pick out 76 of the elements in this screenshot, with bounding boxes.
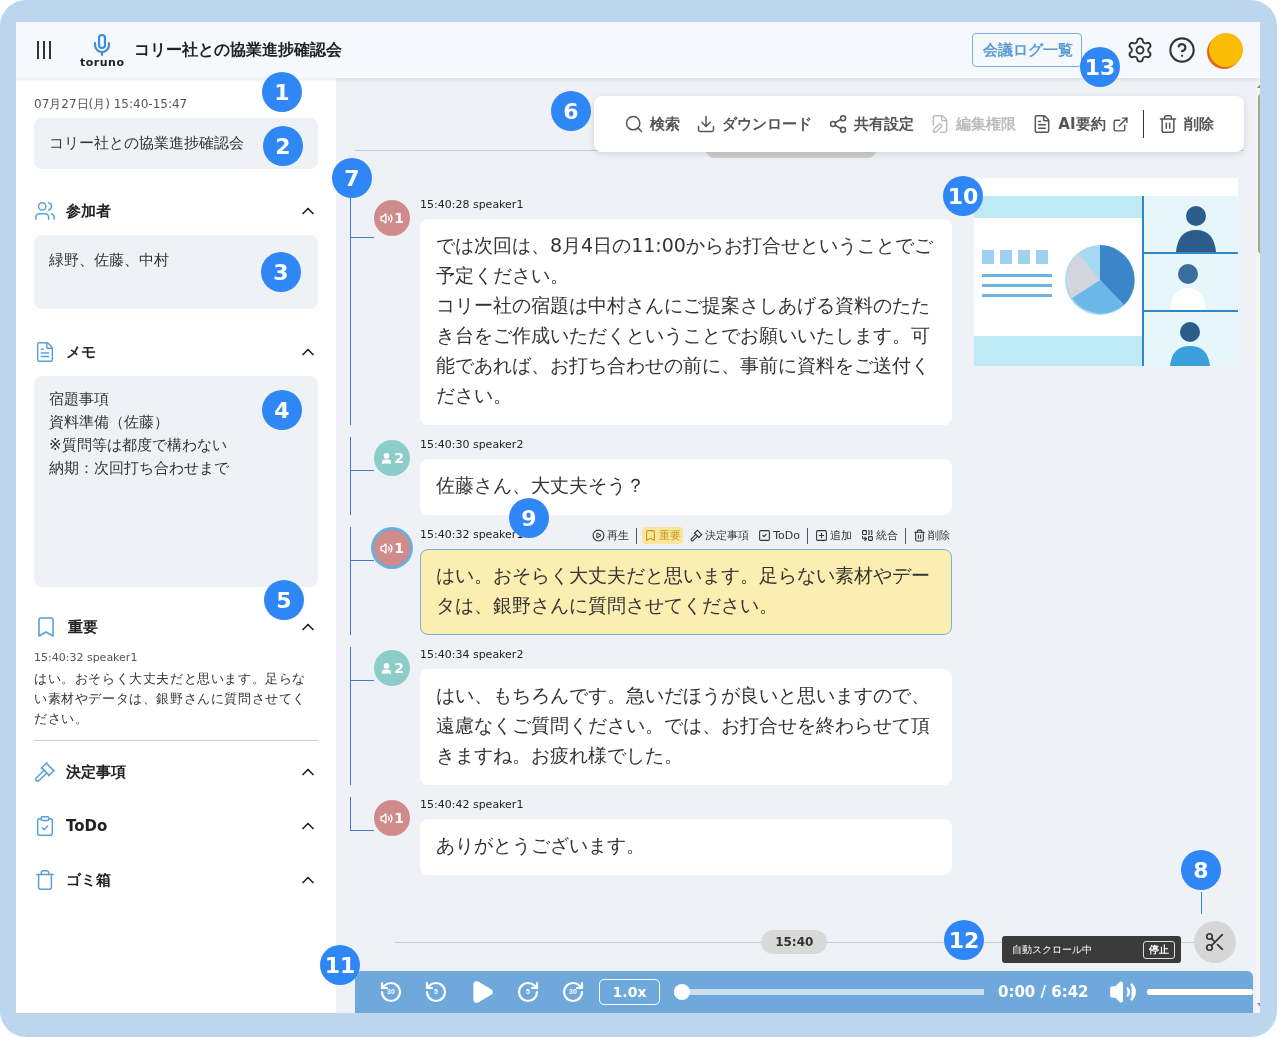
help-icon — [1168, 36, 1196, 64]
play-icon — [592, 529, 606, 542]
message-bubble[interactable]: では次回は、8月4日の11:00からお打合せということでご予定ください。 コリー社の宿題は中村さんにご提案さしあげる資料のたたき台をご作成いただくということでお願いいたします。可能であれば、お打ち合わせの前に、事前に資料をご送付ください。 — [420, 219, 952, 425]
section-header[interactable]: ToDo — [34, 810, 318, 842]
share-icon — [828, 114, 849, 134]
speaker-avatar: 2 — [374, 440, 410, 476]
auto-scroll-text: 自動スクロール中 — [1011, 942, 1092, 957]
message-time: 15:40:28 speaker1 — [420, 197, 524, 213]
people-icon — [34, 200, 56, 222]
menu-icon — [36, 40, 52, 60]
external-link-icon — [1111, 115, 1129, 133]
toolbar-button[interactable]: 削除 — [1157, 114, 1214, 134]
document-icon — [34, 341, 56, 363]
stop-button[interactable]: 停止 — [1142, 940, 1175, 959]
forward-icon — [561, 980, 585, 1004]
user-avatar[interactable] — [1209, 33, 1243, 67]
section-header[interactable]: メモ — [34, 336, 318, 368]
toolbar-button[interactable]: ダウンロード — [696, 114, 813, 134]
search-icon — [624, 114, 645, 134]
message-time: 15:40:34 speaker2 — [420, 647, 524, 663]
trash-icon — [913, 529, 926, 542]
gavel-icon — [690, 529, 704, 542]
speaker-avatar: 1 — [374, 200, 410, 236]
download-icon — [696, 114, 717, 134]
meeting-date: 07月27日(月) 15:40-15:47 — [34, 96, 189, 112]
message-action-button[interactable]: 追加 — [813, 527, 854, 544]
time-chip: 15:40 — [761, 930, 828, 954]
message-action-button[interactable]: 決定事項 — [688, 527, 752, 544]
message-bubble[interactable]: はい。おそらく大丈夫だと思います。足らない素材やデータは、銀野さんに質問させてください。 — [420, 549, 952, 635]
menu-button[interactable] — [36, 40, 52, 60]
message-time: 15:40:30 speaker2 — [420, 437, 524, 453]
checkbox-icon — [758, 529, 772, 542]
rewind-icon — [379, 980, 403, 1004]
meeting-title: コリー社との協業進捗確認会 — [134, 39, 344, 61]
speaker-avatar: 1 — [374, 800, 410, 836]
important-time: 15:40:32 speaker1 — [34, 650, 139, 666]
settings-button[interactable] — [1126, 36, 1154, 64]
toolbar-button[interactable]: 検索 — [624, 114, 681, 134]
message-action-button[interactable]: 統合 — [859, 527, 900, 544]
rewind-icon — [424, 980, 448, 1004]
speaker-icon — [380, 541, 394, 555]
toolbar-button[interactable]: 共有設定 — [828, 114, 915, 134]
clipboard-check-icon — [34, 815, 56, 837]
section-header[interactable]: 参加者 — [34, 195, 318, 227]
volume-slider[interactable] — [1146, 989, 1253, 995]
speaker-avatar: 2 — [374, 650, 410, 686]
message-action-button[interactable]: ToDo — [756, 528, 802, 543]
section-header[interactable]: 決定事項 — [34, 756, 318, 788]
scissors-icon — [1203, 931, 1226, 953]
message-time: 15:40:42 speaker1 — [420, 797, 524, 813]
toolbar-button[interactable]: AI要約 — [1032, 114, 1129, 134]
message-action-button[interactable]: 削除 — [911, 527, 952, 544]
speaker-avatar: 1 — [374, 530, 410, 566]
help-button[interactable] — [1168, 36, 1196, 64]
important-text: はい。おそらく大丈夫だと思います。足らない素材やデータは、銀野さんに質問させてください。 — [34, 670, 307, 728]
trash-icon — [1157, 114, 1178, 134]
scissors-button[interactable] — [1193, 921, 1236, 963]
leader-line — [1201, 892, 1202, 914]
message-bubble[interactable]: ありがとうございます。 — [420, 819, 952, 875]
speaker-icon — [380, 211, 394, 225]
person-icon — [380, 451, 394, 465]
playback-time: 0:00 / 6:42 — [998, 983, 1089, 1001]
message-action-button[interactable]: 再生 — [590, 527, 632, 544]
merge-icon — [861, 529, 874, 542]
trash-icon — [34, 869, 56, 891]
settings-icon — [1126, 36, 1154, 64]
bookmark-icon — [644, 529, 658, 542]
add-icon — [815, 529, 828, 542]
forward-icon — [516, 980, 540, 1004]
message-bubble[interactable]: はい、もちろんです。急いだほうが良いと思いますので、遠慮なくご質問ください。では、お打合せを終わらせて頂きますね。お疲れ様でした。 — [420, 669, 952, 785]
section-header[interactable]: ゴミ箱 — [34, 864, 318, 896]
person-icon — [380, 661, 394, 675]
gavel-icon — [34, 761, 56, 783]
logo-text: toruno — [80, 56, 125, 68]
speaker-icon — [380, 811, 394, 825]
seek-thumb[interactable] — [674, 984, 690, 1000]
